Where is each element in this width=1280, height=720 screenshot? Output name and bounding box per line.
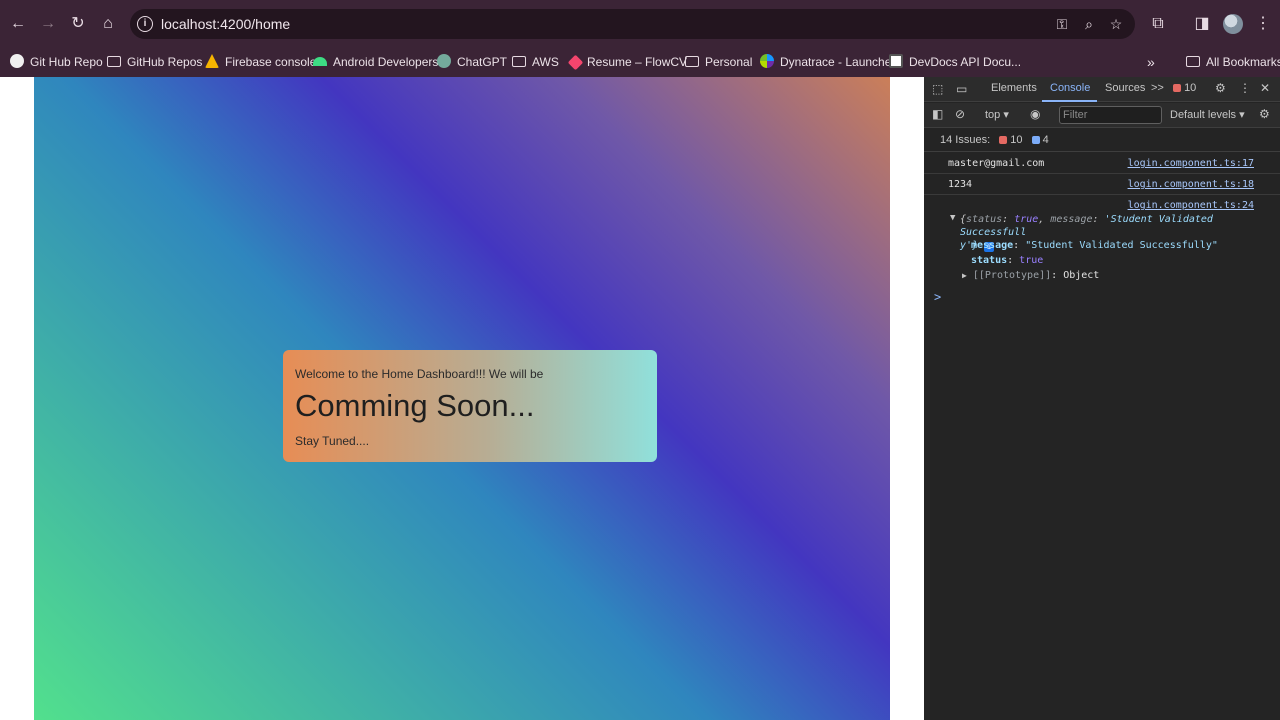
stay-tuned-text: Stay Tuned.... <box>295 434 370 448</box>
tab-console[interactable]: Console <box>1050 82 1090 94</box>
github-icon <box>10 54 24 68</box>
issues-error-icon <box>999 136 1008 144</box>
extensions-icon[interactable]: ⧉ <box>1146 12 1170 36</box>
console-log-row: 1234 login.component.ts:18 <box>924 174 1280 195</box>
site-info-icon[interactable]: i <box>137 16 153 32</box>
bookmarks-bar: Git Hub Repo GitHub Repos Firebase conso… <box>0 48 1280 77</box>
inspect-element-icon[interactable]: ⬚ <box>932 82 943 96</box>
log-source-link[interactable]: login.component.ts:18 <box>1128 179 1254 190</box>
log-levels-dropdown[interactable]: Default levels ▾ <box>1170 108 1245 121</box>
live-expression-eye-icon[interactable]: ◉ <box>1030 107 1040 121</box>
zoom-icon[interactable]: ⌕ <box>1080 15 1098 33</box>
log-source-link[interactable]: login.component.ts:24 <box>1128 200 1254 211</box>
folder-icon <box>512 56 526 67</box>
folder-icon <box>1186 56 1200 67</box>
dynatrace-icon <box>760 54 774 68</box>
tab-sources[interactable]: Sources <box>1105 82 1145 94</box>
url-text[interactable]: localhost:4200/home <box>161 16 290 32</box>
active-tab-indicator <box>1042 100 1097 102</box>
console-prompt-icon[interactable]: > <box>934 290 941 304</box>
bookmark-devdocs[interactable]: DevDocs API Docu... <box>889 52 1021 72</box>
forward-icon[interactable]: → <box>36 12 60 36</box>
menu-kebab-icon[interactable]: ⋮ <box>1251 12 1275 36</box>
settings-gear-icon[interactable]: ⚙ <box>1215 81 1226 95</box>
device-toolbar-icon[interactable]: ▭ <box>956 82 967 96</box>
back-icon[interactable]: ← <box>6 12 30 36</box>
console-log-row: master@gmail.com login.component.ts:17 <box>924 153 1280 174</box>
expand-triangle-icon[interactable]: ▼ <box>950 213 955 223</box>
android-icon <box>313 57 327 66</box>
home-icon[interactable]: ⌂ <box>96 12 120 36</box>
profile-avatar[interactable] <box>1223 14 1243 34</box>
bookmark-android-developers[interactable]: Android Developers <box>313 52 438 72</box>
firebase-icon <box>205 54 219 68</box>
close-icon[interactable]: ✕ <box>1260 81 1270 95</box>
flowcv-icon <box>567 54 584 71</box>
error-counter[interactable]: 10 <box>1173 82 1196 94</box>
console-toolbar: ◧ ⊘ top ▾ ◉ Filter Default levels ▾ ⚙ <box>924 103 1280 128</box>
issues-info-count: 4 <box>1042 134 1049 146</box>
bookmark-star-icon[interactable]: ☆ <box>1107 15 1125 33</box>
issues-info-icon <box>1031 136 1040 144</box>
bookmark-resume-flowcv[interactable]: Resume – FlowCV <box>567 52 687 72</box>
devdocs-icon <box>889 54 903 68</box>
bookmark-chatgpt[interactable]: ChatGPT <box>437 52 507 72</box>
console-object-log: login.component.ts:24 ▼ {status: true, m… <box>924 195 1280 285</box>
devtools-tabbar: ⬚ ▭ Elements Console Sources >> 10 ⚙ ⋮ ✕ <box>924 77 1280 102</box>
collapse-triangle-icon: ▶ <box>962 271 967 280</box>
browser-toolbar: ← → ↻ ⌂ i localhost:4200/home ⚿ ⌕ ☆ ⧉ ◨ … <box>0 0 1280 48</box>
log-source-link[interactable]: login.component.ts:17 <box>1128 158 1254 169</box>
reload-icon[interactable]: ↻ <box>66 12 90 36</box>
chatgpt-icon <box>437 54 451 68</box>
sidebar-toggle-icon[interactable]: ◧ <box>932 107 943 121</box>
bookmark-dynatrace[interactable]: Dynatrace - Launcher <box>760 52 895 72</box>
issues-error-count: 10 <box>1010 134 1023 146</box>
folder-icon <box>685 56 699 67</box>
console-settings-icon[interactable]: ⚙ <box>1259 107 1270 121</box>
devtools-menu-icon[interactable]: ⋮ <box>1239 81 1251 95</box>
coming-soon-card: Welcome to the Home Dashboard!!! We will… <box>283 350 657 462</box>
bookmark-firebase-console[interactable]: Firebase console <box>205 52 316 72</box>
issues-bar[interactable]: 14 Issues: 10 4 <box>924 128 1280 152</box>
error-badge-icon <box>1173 84 1181 92</box>
log-text: master@gmail.com <box>948 158 1045 169</box>
all-bookmarks-button[interactable]: All Bookmarks <box>1186 52 1280 72</box>
log-text: 1234 <box>948 179 973 190</box>
tab-elements[interactable]: Elements <box>991 82 1037 94</box>
side-panel-icon[interactable]: ◨ <box>1190 12 1214 36</box>
password-key-icon[interactable]: ⚿ <box>1053 15 1071 33</box>
prop-prototype[interactable]: ▶ [[Prototype]]: Object <box>962 270 1099 281</box>
prop-status: status: true <box>971 255 1044 266</box>
bookmark-aws[interactable]: AWS <box>512 52 559 72</box>
more-tabs-icon[interactable]: >> <box>1151 82 1164 94</box>
bookmark-git-hub-repo[interactable]: Git Hub Repo <box>10 52 103 72</box>
folder-icon <box>107 56 121 67</box>
home-gradient-background: Welcome to the Home Dashboard!!! We will… <box>34 77 890 720</box>
context-select[interactable]: top ▾ <box>985 108 1009 121</box>
more-bookmarks-chevron-icon[interactable]: » <box>1147 52 1155 72</box>
bookmark-personal[interactable]: Personal <box>685 52 752 72</box>
bookmark-github-repos[interactable]: GitHub Repos <box>107 52 202 72</box>
devtools-panel: ⬚ ▭ Elements Console Sources >> 10 ⚙ ⋮ ✕… <box>924 77 1280 720</box>
address-bar[interactable]: i localhost:4200/home ⚿ ⌕ ☆ <box>130 9 1135 39</box>
prop-message: message: "Student Validated Successfully… <box>971 240 1218 251</box>
page-viewport: Welcome to the Home Dashboard!!! We will… <box>0 77 924 720</box>
coming-soon-heading: Comming Soon... <box>295 388 535 423</box>
welcome-text: Welcome to the Home Dashboard!!! We will… <box>295 367 544 381</box>
issues-label: 14 Issues: <box>940 134 991 146</box>
clear-console-icon[interactable]: ⊘ <box>955 107 965 121</box>
console-filter-input[interactable]: Filter <box>1059 106 1162 124</box>
